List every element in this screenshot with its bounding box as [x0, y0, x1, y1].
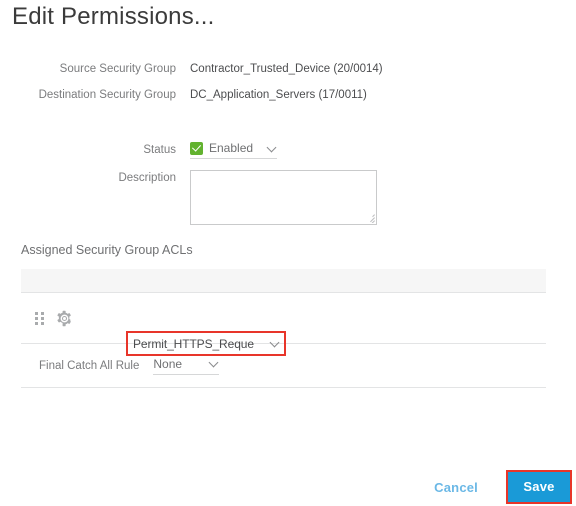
resize-handle-icon[interactable] — [364, 212, 375, 223]
source-security-group-value: Contractor_Trusted_Device (20/0014) — [190, 63, 383, 75]
gear-icon[interactable] — [56, 310, 73, 327]
status-label: Status — [143, 144, 176, 156]
status-enabled-checkbox-icon[interactable] — [190, 141, 203, 155]
final-catch-all-rule-row: Final Catch All Rule None — [21, 344, 546, 388]
destination-security-group-row: Destination Security Group DC_Applicatio… — [0, 84, 576, 106]
cancel-button[interactable]: Cancel — [434, 480, 478, 495]
status-value: Enabled — [209, 141, 254, 155]
destination-security-group-label: Destination Security Group — [38, 89, 176, 101]
status-dropdown[interactable]: Enabled — [190, 141, 277, 159]
status-row: Status Enabled — [0, 138, 576, 162]
final-catch-all-rule-dropdown[interactable]: None — [153, 356, 220, 375]
final-catch-all-rule-label: Final Catch All Rule — [39, 359, 140, 372]
page-title: Edit Permissions... — [12, 3, 215, 30]
destination-security-group-value: DC_Application_Servers (17/0011) — [190, 89, 367, 101]
dialog-footer: Cancel Save — [0, 468, 576, 506]
acl-table-header — [21, 269, 546, 293]
description-input[interactable] — [190, 170, 377, 225]
assigned-acls-heading: Assigned Security Group ACLs — [21, 243, 193, 257]
description-label: Description — [118, 172, 176, 184]
source-security-group-label: Source Security Group — [59, 63, 176, 75]
table-row: Permit_HTTPS_Reque — [21, 293, 546, 356]
final-catch-all-rule-value: None — [153, 356, 183, 371]
drag-handle-icon[interactable] — [35, 311, 44, 325]
save-button-highlight: Save — [506, 470, 572, 504]
chevron-down-icon[interactable] — [210, 359, 219, 368]
description-row: Description — [0, 170, 576, 225]
save-button[interactable]: Save — [508, 472, 570, 502]
chevron-down-icon[interactable] — [268, 144, 277, 153]
assigned-acls-table: Permit_HTTPS_Reque Final Catch All Rule … — [21, 269, 546, 388]
source-security-group-row: Source Security Group Contractor_Trusted… — [0, 58, 576, 80]
